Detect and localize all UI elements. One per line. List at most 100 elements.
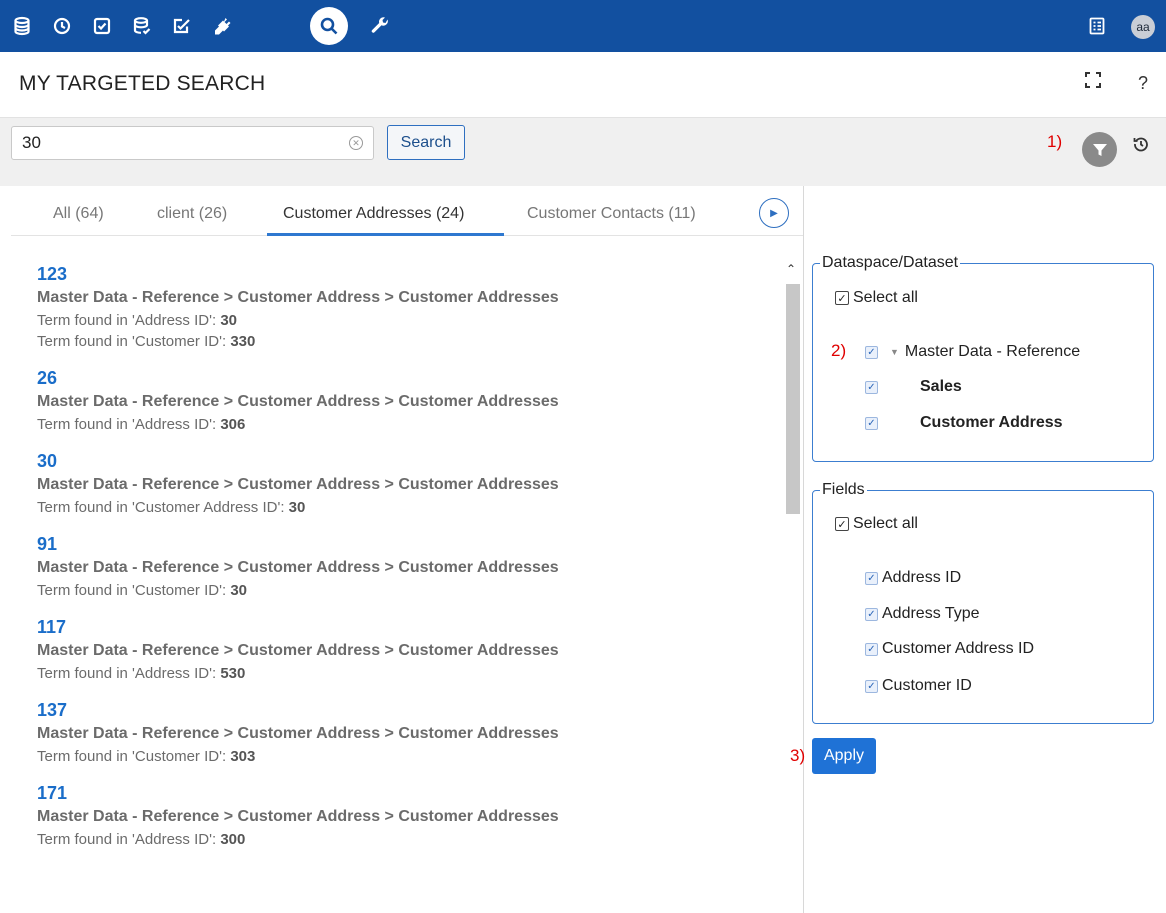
plug-icon[interactable] — [204, 8, 240, 44]
dataspace-filter-group: Dataspace/Dataset ✓ Select all 2) ✓ ▼ Ma… — [812, 254, 1154, 462]
checkbox-icon[interactable]: ✓ — [865, 571, 878, 585]
list-view-icon[interactable] — [1079, 8, 1115, 44]
result-path: Master Data - Reference > Customer Addre… — [37, 559, 559, 576]
fields-filter-group: Fields ✓ Select all ✓ Address ID ✓ Addre… — [812, 481, 1154, 724]
result-path: Master Data - Reference > Customer Addre… — [37, 808, 559, 825]
tab-client[interactable]: client (26) — [157, 205, 227, 223]
field-label: Customer Address ID — [882, 640, 1035, 657]
avatar[interactable]: aa — [1131, 15, 1155, 39]
tab-all[interactable]: All (64) — [53, 205, 104, 223]
result-link[interactable]: 137 — [37, 698, 777, 722]
result-tabs: All (64) client (26) Customer Addresses … — [11, 186, 803, 236]
apply-button[interactable]: Apply — [812, 738, 876, 774]
list-item: 26 Master Data - Reference > Customer Ad… — [37, 366, 777, 435]
result-path: Master Data - Reference > Customer Addre… — [37, 725, 559, 742]
annotation-marker-3: 3) — [790, 746, 806, 765]
page-header: MY TARGETED SEARCH ? — [0, 52, 1166, 118]
search-input[interactable] — [22, 132, 342, 154]
result-link[interactable]: 123 — [37, 262, 777, 286]
tab-customer-contacts[interactable]: Customer Contacts (11) — [527, 205, 696, 223]
fields-select-all[interactable]: ✓ Select all — [835, 515, 918, 533]
checkbox-icon[interactable]: ✓ — [865, 416, 878, 430]
results-panel: All (64) client (26) Customer Addresses … — [11, 186, 803, 913]
result-path: Master Data - Reference > Customer Addre… — [37, 476, 559, 493]
result-term: Term found in 'Address ID': 300 — [37, 831, 246, 848]
database-check-icon[interactable] — [124, 8, 160, 44]
results-scrollbar[interactable]: ⌃ — [783, 262, 801, 913]
tab-customer-addresses[interactable]: Customer Addresses (24) — [283, 205, 464, 223]
dataspace-item-master-data[interactable]: ✓ ▼ Master Data - Reference — [865, 343, 1080, 361]
search-field: ✕ — [11, 126, 374, 160]
list-item: 30 Master Data - Reference > Customer Ad… — [37, 449, 777, 518]
result-term: Term found in 'Customer ID': 303 — [37, 748, 256, 765]
dataspace-item-customer-address[interactable]: ✓ Customer Address — [865, 414, 1063, 432]
result-path: Master Data - Reference > Customer Addre… — [37, 642, 559, 659]
result-term: Term found in 'Customer Address ID': 30 — [37, 499, 306, 516]
checkbox-icon[interactable]: ✓ — [865, 679, 878, 693]
annotation-marker-1: 1) — [1047, 132, 1063, 151]
next-tabs-icon[interactable]: ▶ — [759, 198, 789, 228]
field-item-address-type[interactable]: ✓ Address Type — [865, 605, 980, 623]
result-link[interactable]: 117 — [37, 615, 777, 639]
result-term: Term found in 'Customer ID': 330 — [37, 333, 256, 350]
field-item-address-id[interactable]: ✓ Address ID — [865, 569, 961, 587]
list-item: 91 Master Data - Reference > Customer Ad… — [37, 532, 777, 601]
result-link[interactable]: 26 — [37, 366, 777, 390]
result-term: Term found in 'Address ID': 530 — [37, 665, 246, 682]
select-all-label: Select all — [853, 289, 918, 306]
result-term: Term found in 'Address ID': 306 — [37, 416, 246, 433]
search-icon[interactable] — [310, 7, 348, 45]
reset-history-icon[interactable] — [1133, 136, 1149, 157]
list-item: 171 Master Data - Reference > Customer A… — [37, 781, 777, 850]
result-link[interactable]: 30 — [37, 449, 777, 473]
dataset-label: Customer Address — [920, 414, 1063, 431]
database-icon[interactable] — [4, 8, 40, 44]
list-item: 123 Master Data - Reference > Customer A… — [37, 262, 777, 352]
top-navigation-bar: aa — [0, 0, 1166, 52]
active-tab-indicator — [267, 233, 504, 236]
list-item: 117 Master Data - Reference > Customer A… — [37, 615, 777, 684]
caret-down-icon[interactable]: ▼ — [890, 347, 899, 357]
field-item-customer-address-id[interactable]: ✓ Customer Address ID — [865, 640, 1034, 658]
clock-icon[interactable] — [44, 8, 80, 44]
scroll-thumb[interactable] — [786, 284, 800, 514]
annotation-marker-2: 2) — [831, 341, 847, 360]
result-term: Term found in 'Address ID': 30 — [37, 312, 237, 329]
fullscreen-icon[interactable] — [1085, 72, 1101, 93]
search-toolbar: ✕ Search 1) — [0, 118, 1166, 186]
list-item: 137 Master Data - Reference > Customer A… — [37, 698, 777, 767]
search-button[interactable]: Search — [387, 125, 465, 160]
checkbox-icon[interactable]: ✓ — [865, 380, 878, 394]
select-all-label: Select all — [853, 515, 918, 532]
checkbox-icon[interactable]: ✓ — [865, 607, 878, 621]
filter-icon[interactable] — [1082, 132, 1117, 167]
task-edit-icon[interactable] — [164, 8, 200, 44]
filter-panel: Dataspace/Dataset ✓ Select all 2) ✓ ▼ Ma… — [790, 186, 1166, 913]
checkbox-icon[interactable]: ✓ — [865, 642, 878, 656]
field-label: Address Type — [882, 605, 980, 622]
dataspace-label: Master Data - Reference — [904, 343, 1081, 360]
dataset-label: Sales — [920, 378, 962, 395]
result-term: Term found in 'Customer ID': 30 — [37, 582, 247, 599]
field-item-customer-id[interactable]: ✓ Customer ID — [865, 677, 972, 695]
checkbox-icon[interactable]: ✓ — [835, 517, 849, 531]
dataspace-legend: Dataspace/Dataset — [820, 254, 961, 272]
results-list: 123 Master Data - Reference > Customer A… — [37, 262, 777, 864]
checklist-icon[interactable] — [84, 8, 120, 44]
checkbox-icon[interactable]: ✓ — [865, 345, 878, 359]
field-label: Address ID — [882, 569, 962, 586]
result-path: Master Data - Reference > Customer Addre… — [37, 393, 559, 410]
help-icon[interactable]: ? — [1138, 73, 1148, 94]
wrench-icon[interactable] — [362, 8, 398, 44]
result-link[interactable]: 171 — [37, 781, 777, 805]
fields-legend: Fields — [820, 481, 867, 499]
dataspace-item-sales[interactable]: ✓ Sales — [865, 378, 962, 396]
scroll-up-icon[interactable]: ⌃ — [786, 262, 796, 276]
page-title: MY TARGETED SEARCH — [19, 72, 266, 95]
checkbox-icon[interactable]: ✓ — [835, 291, 849, 305]
dataspace-select-all[interactable]: ✓ Select all — [835, 289, 918, 307]
clear-icon[interactable]: ✕ — [349, 136, 363, 150]
field-label: Customer ID — [882, 677, 972, 694]
result-path: Master Data - Reference > Customer Addre… — [37, 289, 559, 306]
result-link[interactable]: 91 — [37, 532, 777, 556]
